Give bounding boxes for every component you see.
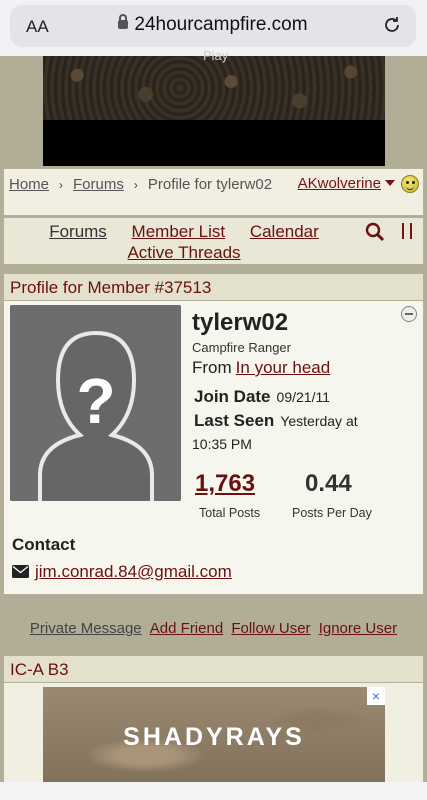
from-location-link[interactable]: In your head [236,358,331,377]
address-bar[interactable]: AA 24hourcampfire.com [10,5,416,47]
profile-from: From In your head [192,358,330,378]
profile-card: Profile for Member #37513 ? tylerw02 Cam… [3,273,424,595]
from-label: From [192,358,232,377]
breadcrumb-forums[interactable]: Forums [73,176,124,193]
nav-member-list[interactable]: Member List [132,222,226,241]
profile-rank: Campfire Ranger [192,340,291,355]
last-seen-row: Last Seen Yesterday at [194,411,358,431]
nav-active-threads[interactable]: Active Threads [127,243,240,262]
nav-panel: Forums Member List Calendar Active Threa… [3,217,424,265]
total-posts-link[interactable]: 1,763 [195,470,255,498]
private-message-link[interactable]: Private Message [30,620,142,637]
breadcrumb-panel: Home › Forums › Profile for tylerw02 AKwolve… [3,168,424,216]
ad-close-icon[interactable]: × [367,687,385,705]
follow-user-link[interactable]: Follow User [231,620,310,637]
search-icon[interactable] [365,222,385,242]
banner-play-text: Play [203,48,229,63]
breadcrumb: Home › Forums › Profile for tylerw02 [9,174,279,196]
contact-heading: Contact [12,535,76,554]
menu-bars-icon[interactable] [402,223,412,239]
ad-section-header: IC-A B3 [4,656,423,683]
chevron-right-icon: › [59,178,64,192]
posts-per-day-value: 0.44 [305,470,352,497]
breadcrumb-home[interactable]: Home [9,176,49,193]
nav-calendar[interactable]: Calendar [250,222,319,241]
banner-image [43,56,385,120]
user-menu-name: AKwolverine [297,175,381,192]
url-text: 24hourcampfire.com [134,14,308,35]
email-link[interactable]: jim.conrad.84@gmail.com [35,562,232,581]
nav-row: Forums Member List Calendar [4,221,364,243]
caret-down-icon [385,180,395,186]
browser-bottom-toolbar [0,782,427,800]
profile-username: tylerw02 [192,309,289,336]
last-seen-time: 10:35 PM [192,436,252,452]
nav-row: Active Threads [4,242,364,264]
join-date-row: Join Date 09/21/11 [194,387,330,407]
ad-brand-text: SHADYRAYS [123,723,305,751]
breadcrumb-current: Profile for tylerw02 [147,176,273,193]
banner-video[interactable]: Play [43,48,385,166]
user-menu-button[interactable]: AKwolverine [298,175,395,192]
join-date-value: 09/21/11 [276,389,330,405]
profile-actions: Private Message Add Friend Follow User I… [0,620,427,637]
envelope-icon [12,565,29,578]
ignore-user-link[interactable]: Ignore User [319,620,397,637]
reload-icon[interactable] [382,15,402,35]
last-seen-label: Last Seen [194,411,275,430]
svg-text:?: ? [76,365,115,437]
nav-forums[interactable]: Forums [49,222,107,241]
posts-per-day-label: Posts Per Day [292,506,372,520]
default-avatar-icon: ? [10,305,181,501]
smiley-avatar-icon[interactable] [401,175,419,193]
total-posts-label: Total Posts [199,506,261,520]
last-seen-value: Yesterday at [280,413,358,429]
url-display[interactable]: 24hourcampfire.com [10,14,416,36]
email-row: jim.conrad.84@gmail.com [12,562,232,582]
chevron-right-icon: › [133,178,138,192]
ad-section: IC-A B3 SHADYRAYS × [3,655,424,800]
offline-status-icon [401,306,417,322]
profile-header: Profile for Member #37513 [4,274,423,301]
add-friend-link[interactable]: Add Friend [150,620,223,637]
avatar: ? [10,305,181,501]
lock-icon [118,14,129,29]
join-date-label: Join Date [194,387,271,406]
